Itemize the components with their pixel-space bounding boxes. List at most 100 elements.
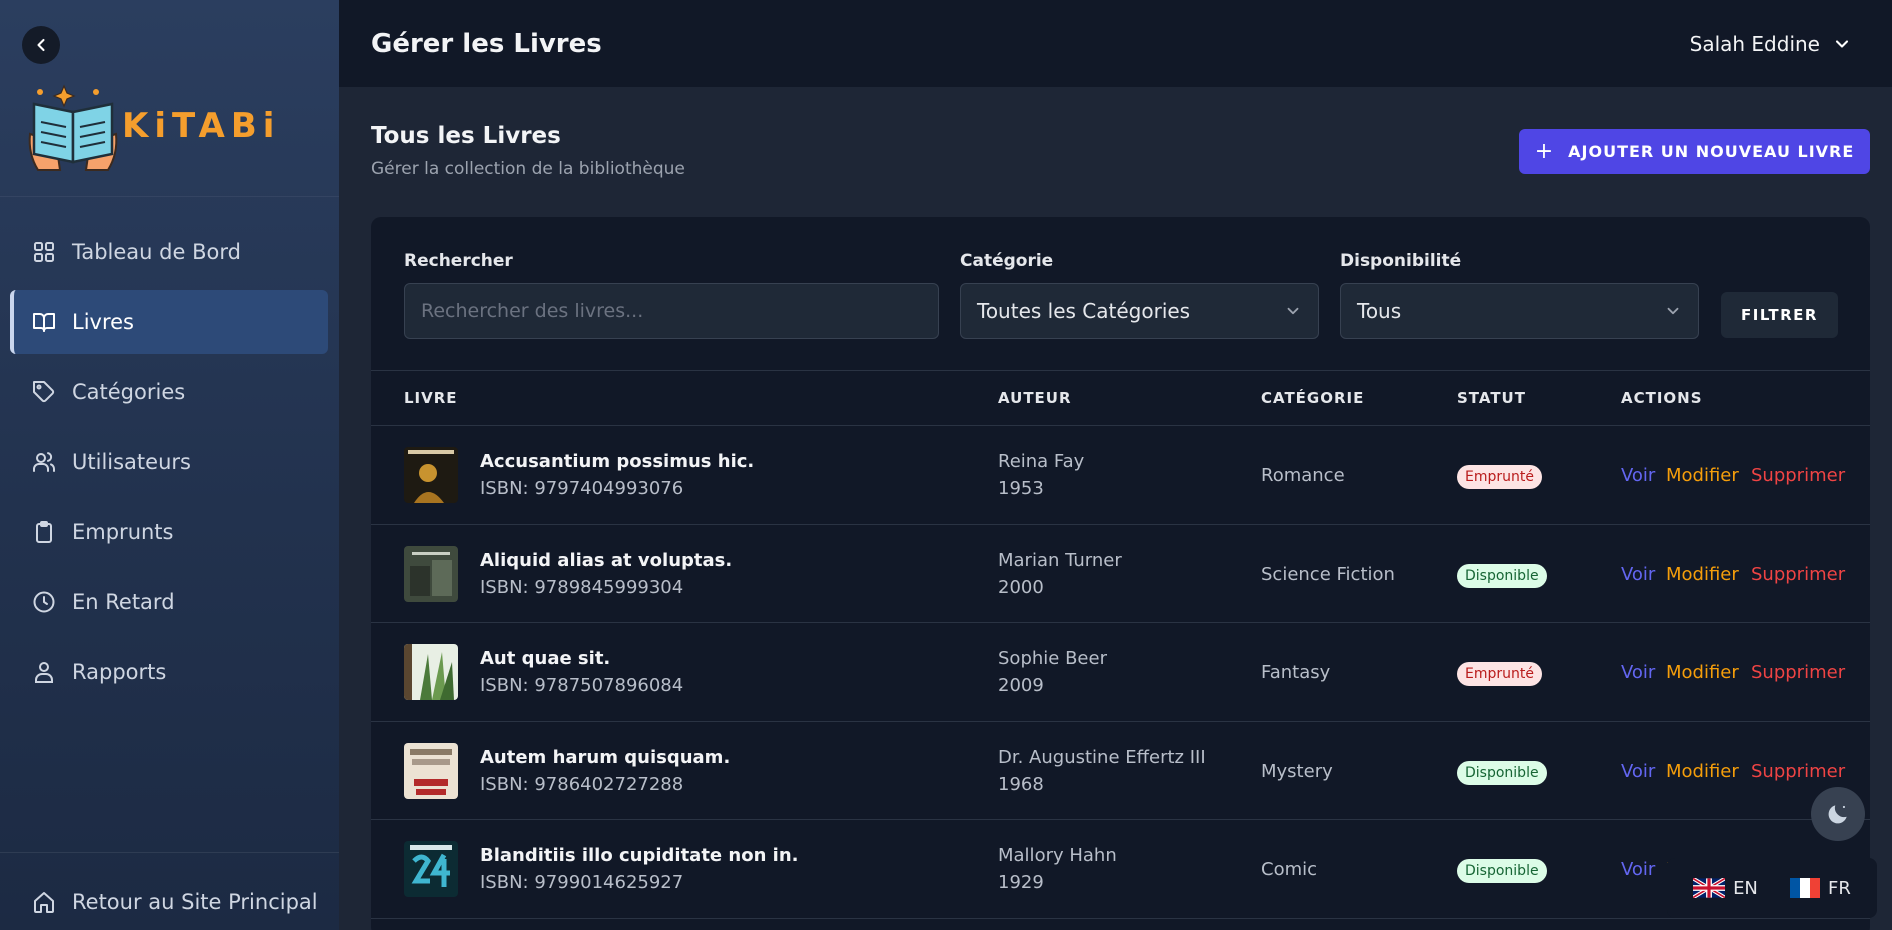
category-label: Catégorie: [960, 251, 1054, 271]
status-badge: Disponible: [1457, 563, 1547, 588]
book-title: Accusantium possimus hic.: [480, 451, 755, 472]
sidebar-item-categories[interactable]: Catégories: [10, 360, 328, 424]
book-category: Science Fiction: [1261, 563, 1395, 585]
sidebar-item-overdue[interactable]: En Retard: [10, 570, 328, 634]
user-name: Salah Eddine: [1689, 31, 1820, 56]
author-year: 1953: [998, 478, 1044, 499]
author-year: 1929: [998, 872, 1044, 893]
author-name: Marian Turner: [998, 549, 1122, 571]
back-button[interactable]: [22, 26, 60, 64]
status-badge: Emprunté: [1457, 465, 1542, 489]
tag-icon: [33, 381, 55, 403]
author-name: Dr. Augustine Effertz III: [998, 746, 1206, 768]
edit-link[interactable]: Modifier: [1666, 761, 1739, 782]
category-select[interactable]: Toutes les Catégories: [960, 283, 1319, 339]
book-isbn: ISBN: 9787507896084: [480, 675, 684, 696]
table-body: Accusantium possimus hic. ISBN: 97974049…: [371, 426, 1870, 919]
filter-button[interactable]: FILTRER: [1721, 292, 1838, 338]
user-menu[interactable]: Salah Eddine: [1690, 32, 1852, 56]
sidebar-item-label: En Retard: [72, 590, 175, 614]
sidebar-item-label: Catégories: [72, 380, 186, 404]
column-header-author: AUTEUR: [998, 389, 1072, 407]
availability-label: Disponibilité: [1340, 251, 1462, 271]
book-title: Aut quae sit.: [480, 648, 611, 669]
sidebar: KiTABi Tableau de Bord Livres Catégories…: [0, 0, 339, 930]
chevron-down-icon: [1287, 307, 1299, 315]
sidebar-item-label: Utilisateurs: [72, 450, 191, 474]
book-category: Comic: [1261, 859, 1318, 880]
back-to-main-site-label: Retour au Site Principal: [72, 890, 318, 914]
page-title: Gérer les Livres: [371, 28, 602, 59]
user-report-icon: [35, 662, 53, 683]
view-link[interactable]: Voir: [1621, 465, 1655, 486]
section-title: Tous les Livres: [371, 123, 561, 149]
sidebar-item-users[interactable]: Utilisateurs: [10, 430, 328, 494]
author-name: Sophie Beer: [998, 648, 1107, 669]
book-isbn: ISBN: 9789845999304: [480, 576, 684, 598]
chevron-down-icon: [1667, 307, 1679, 315]
grid-icon: [34, 242, 54, 262]
book-cover-image: [404, 841, 458, 897]
table-row: Blanditiis illo cupiditate non in. ISBN:…: [371, 820, 1870, 919]
search-field[interactable]: [404, 283, 939, 339]
edit-link[interactable]: Modifier: [1666, 564, 1739, 585]
theme-toggle-button[interactable]: [1811, 787, 1865, 841]
add-book-label: AJOUTER UN NOUVEAU LIVRE: [1568, 142, 1855, 161]
table-row: Autem harum quisquam. ISBN: 978640272728…: [371, 722, 1870, 820]
sidebar-item-books[interactable]: Livres: [10, 290, 328, 354]
view-link[interactable]: Voir: [1621, 859, 1655, 880]
book-cover-image: [404, 742, 458, 799]
search-input[interactable]: [421, 300, 922, 322]
language-option-fr[interactable]: FR: [1790, 878, 1851, 899]
delete-link[interactable]: Supprimer: [1751, 564, 1845, 585]
sidebar-nav: Tableau de Bord Livres Catégories Utilis…: [10, 220, 328, 710]
author-year: 2000: [998, 576, 1044, 598]
language-code-en: EN: [1733, 877, 1758, 899]
author-name: Mallory Hahn: [998, 845, 1117, 866]
delete-link[interactable]: Supprimer: [1751, 761, 1845, 782]
plus-icon: +: [1534, 139, 1555, 164]
sidebar-item-label: Rapports: [72, 660, 167, 684]
view-link[interactable]: Voir: [1621, 761, 1655, 782]
sidebar-item-label: Livres: [72, 310, 134, 334]
chevron-down-icon: [1835, 39, 1849, 48]
author-year: 1968: [998, 773, 1044, 795]
books-card: Rechercher Catégorie Toutes les Catégori…: [371, 217, 1870, 930]
book-isbn: ISBN: 9797404993076: [480, 478, 684, 499]
sidebar-item-loans[interactable]: Emprunts: [10, 500, 328, 564]
sidebar-item-reports[interactable]: Rapports: [10, 640, 328, 704]
clipboard-icon: [36, 521, 52, 543]
table-row: Accusantium possimus hic. ISBN: 97974049…: [371, 426, 1870, 525]
sidebar-item-label: Tableau de Bord: [72, 240, 241, 264]
view-link[interactable]: Voir: [1621, 662, 1655, 683]
book-title: Autem harum quisquam.: [480, 746, 731, 768]
main-content: Tous les Livres Gérer la collection de l…: [339, 87, 1892, 930]
edit-link[interactable]: Modifier: [1666, 465, 1739, 486]
availability-select[interactable]: Tous: [1340, 283, 1699, 339]
add-book-button[interactable]: + AJOUTER UN NOUVEAU LIVRE: [1519, 129, 1870, 174]
clock-icon: [33, 591, 55, 613]
language-option-en[interactable]: EN: [1693, 878, 1758, 899]
uk-flag-icon: [1693, 878, 1726, 898]
book-isbn: ISBN: 9799014625927: [480, 872, 684, 893]
author-name: Reina Fay: [998, 451, 1085, 472]
delete-link[interactable]: Supprimer: [1751, 662, 1845, 683]
delete-link[interactable]: Supprimer: [1751, 465, 1845, 486]
sidebar-item-dashboard[interactable]: Tableau de Bord: [10, 220, 328, 284]
column-header-category: CATÉGORIE: [1261, 389, 1365, 407]
book-cover-image: [404, 447, 458, 503]
edit-link[interactable]: Modifier: [1666, 662, 1739, 683]
table-row: Aut quae sit. ISBN: 9787507896084 Sophie…: [371, 623, 1870, 722]
table-header: LIVRE AUTEUR CATÉGORIE STATUT ACTIONS: [371, 371, 1870, 426]
book-category: Romance: [1261, 465, 1345, 486]
book-isbn: ISBN: 9786402727288: [480, 773, 684, 795]
back-to-main-site-link[interactable]: Retour au Site Principal: [32, 890, 318, 914]
book-category: Fantasy: [1261, 662, 1331, 683]
moon-icon: [1828, 805, 1847, 824]
france-flag-icon: [1790, 878, 1821, 898]
book-cover-image: [404, 644, 458, 700]
view-link[interactable]: Voir: [1621, 564, 1655, 585]
sidebar-item-label: Emprunts: [72, 520, 174, 544]
book-title: Blanditiis illo cupiditate non in.: [480, 845, 799, 866]
language-switcher: EN FR: [1667, 858, 1877, 918]
